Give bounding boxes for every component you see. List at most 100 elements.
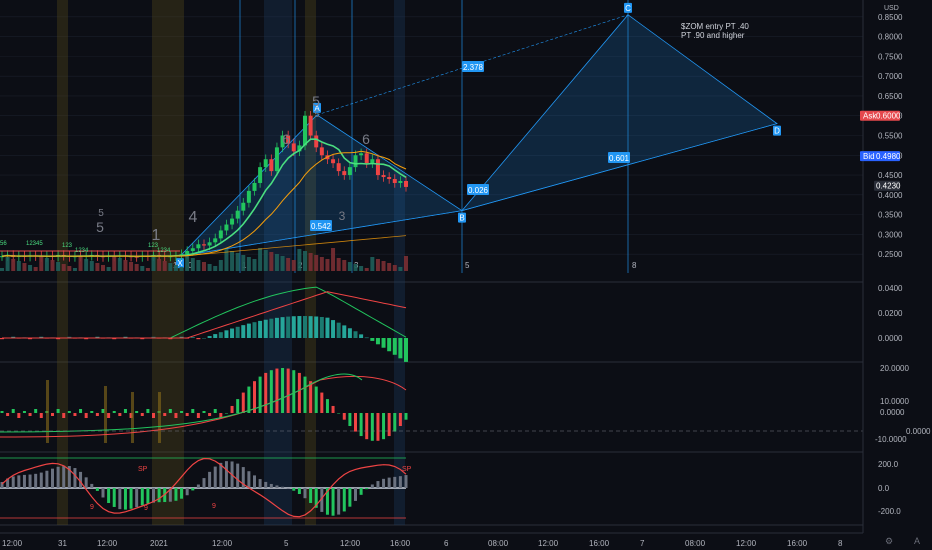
volume-bar: [347, 262, 352, 271]
price-tick-label: 0.4500: [878, 171, 903, 180]
oscillator-bar: [56, 409, 60, 413]
oscillator-bar: [292, 370, 296, 413]
cci-bar: [62, 465, 66, 488]
volume-bar: [398, 267, 403, 271]
candle-body: [392, 179, 397, 183]
trade-annotation[interactable]: $ZOM entry PT .40 PT .90 and higher: [681, 22, 749, 40]
volume-bar: [246, 257, 251, 271]
macd-histogram-bar: [359, 334, 364, 338]
oscillator-bar: [342, 413, 346, 420]
volume-bar: [359, 266, 364, 271]
volume-bar: [241, 255, 246, 271]
oscillator-bar: [185, 413, 189, 416]
price-tick-label: 0.8500: [878, 13, 903, 22]
oscillator-bar: [281, 368, 285, 413]
cci-bar: [253, 475, 256, 488]
cci-bar: [370, 484, 374, 488]
volume-bar: [112, 256, 117, 271]
volume-bar: [252, 259, 257, 271]
volume-bar: [179, 267, 184, 271]
volume-bar: [95, 263, 100, 271]
wave-count-label: 3: [339, 209, 346, 223]
volume-bar: [190, 258, 195, 271]
macd-histogram-bar: [342, 325, 347, 338]
candle-body: [381, 175, 386, 178]
macd-histogram-bar: [347, 328, 352, 338]
volume-bar: [230, 251, 235, 271]
annotation-line-2: PT .90 and higher: [681, 31, 745, 40]
chart-canvas[interactable]: 5812301 XABCD2.3780.5420.0260.601 551466…: [0, 0, 932, 550]
candle-body: [230, 218, 235, 225]
volume-bar: [387, 263, 392, 271]
td-count-label: 56: [0, 241, 7, 247]
cci-bar: [84, 477, 88, 488]
macd-histogram-bar: [375, 338, 380, 345]
volume-bar: [173, 265, 178, 271]
oscillator-bar: [224, 413, 228, 414]
auto-scale-icon[interactable]: A: [912, 536, 922, 546]
volume-bar: [28, 265, 33, 271]
cci-signal-marker: 9: [212, 503, 216, 510]
cci-bar: [28, 474, 32, 488]
oscillator-bar: [107, 413, 111, 418]
cci-bar: [191, 488, 195, 491]
td-count-label: 1234: [75, 248, 89, 254]
cci-bar: [202, 478, 206, 488]
vertical-marker-label: 5: [465, 261, 470, 270]
time-axis-label: 6: [444, 539, 449, 548]
volume-bar: [56, 262, 61, 271]
cci-bar: [342, 488, 346, 512]
candle-body: [196, 244, 201, 249]
oscillator-axis-label: 20.0000: [880, 364, 909, 373]
oscillator-axis-label: -10.0000: [875, 435, 907, 444]
oscillator-spike: [131, 392, 134, 443]
volume-bar: [67, 266, 72, 271]
fib-ratio-label: 0.542: [311, 222, 332, 231]
oscillator-bar: [17, 413, 21, 418]
macd-histogram-bar: [297, 316, 302, 338]
cci-bar: [348, 488, 352, 507]
volume-bar: [11, 259, 16, 271]
oscillator-bar: [398, 413, 402, 427]
oscillator-bar: [146, 409, 150, 413]
volume-bar: [5, 257, 10, 271]
macd-histogram-bar: [325, 317, 330, 338]
oscillator-bar: [320, 392, 324, 413]
oscillator-bar: [376, 413, 380, 441]
oscillator-spike: [46, 380, 49, 443]
oscillator-bar: [22, 411, 26, 413]
volume-bar: [44, 258, 49, 271]
cci-bar: [281, 486, 285, 488]
oscillator-bar: [348, 413, 352, 427]
fib-ratio-label: 2.378: [463, 63, 484, 72]
price-tick-label: 0.8000: [878, 33, 903, 42]
cci-bar: [331, 488, 335, 516]
cci-bar: [359, 488, 363, 495]
cci-bar: [174, 488, 178, 501]
gear-icon[interactable]: ⚙: [884, 536, 894, 546]
volume-bar: [202, 262, 206, 271]
macd-histogram-bar: [230, 328, 235, 338]
pattern-point-b: B: [459, 214, 464, 223]
macd-histogram-bar: [331, 320, 336, 338]
currency-label: USD: [884, 5, 899, 12]
cci-bar: [387, 477, 391, 488]
oscillator-bar: [208, 413, 212, 416]
cci-bar: [157, 488, 161, 503]
pattern-point-d: D: [774, 127, 780, 136]
oscillator-bar: [230, 405, 234, 413]
volume-bar: [39, 256, 44, 271]
time-axis-label: 08:00: [685, 539, 706, 548]
candle-body: [359, 153, 364, 156]
cci-bar: [236, 463, 240, 488]
time-axis-label: 16:00: [787, 539, 808, 548]
volume-bar: [207, 264, 212, 271]
cci-bar: [107, 488, 111, 504]
macd-histogram-bar: [252, 322, 257, 338]
macd-histogram-bar: [364, 337, 369, 339]
oscillator-bar: [387, 413, 391, 437]
price-tick-label: 0.7500: [878, 52, 903, 61]
oscillator-bar: [67, 411, 71, 413]
last-price-value: 0.4230: [876, 182, 901, 191]
wave-count-label: 6: [362, 131, 370, 147]
